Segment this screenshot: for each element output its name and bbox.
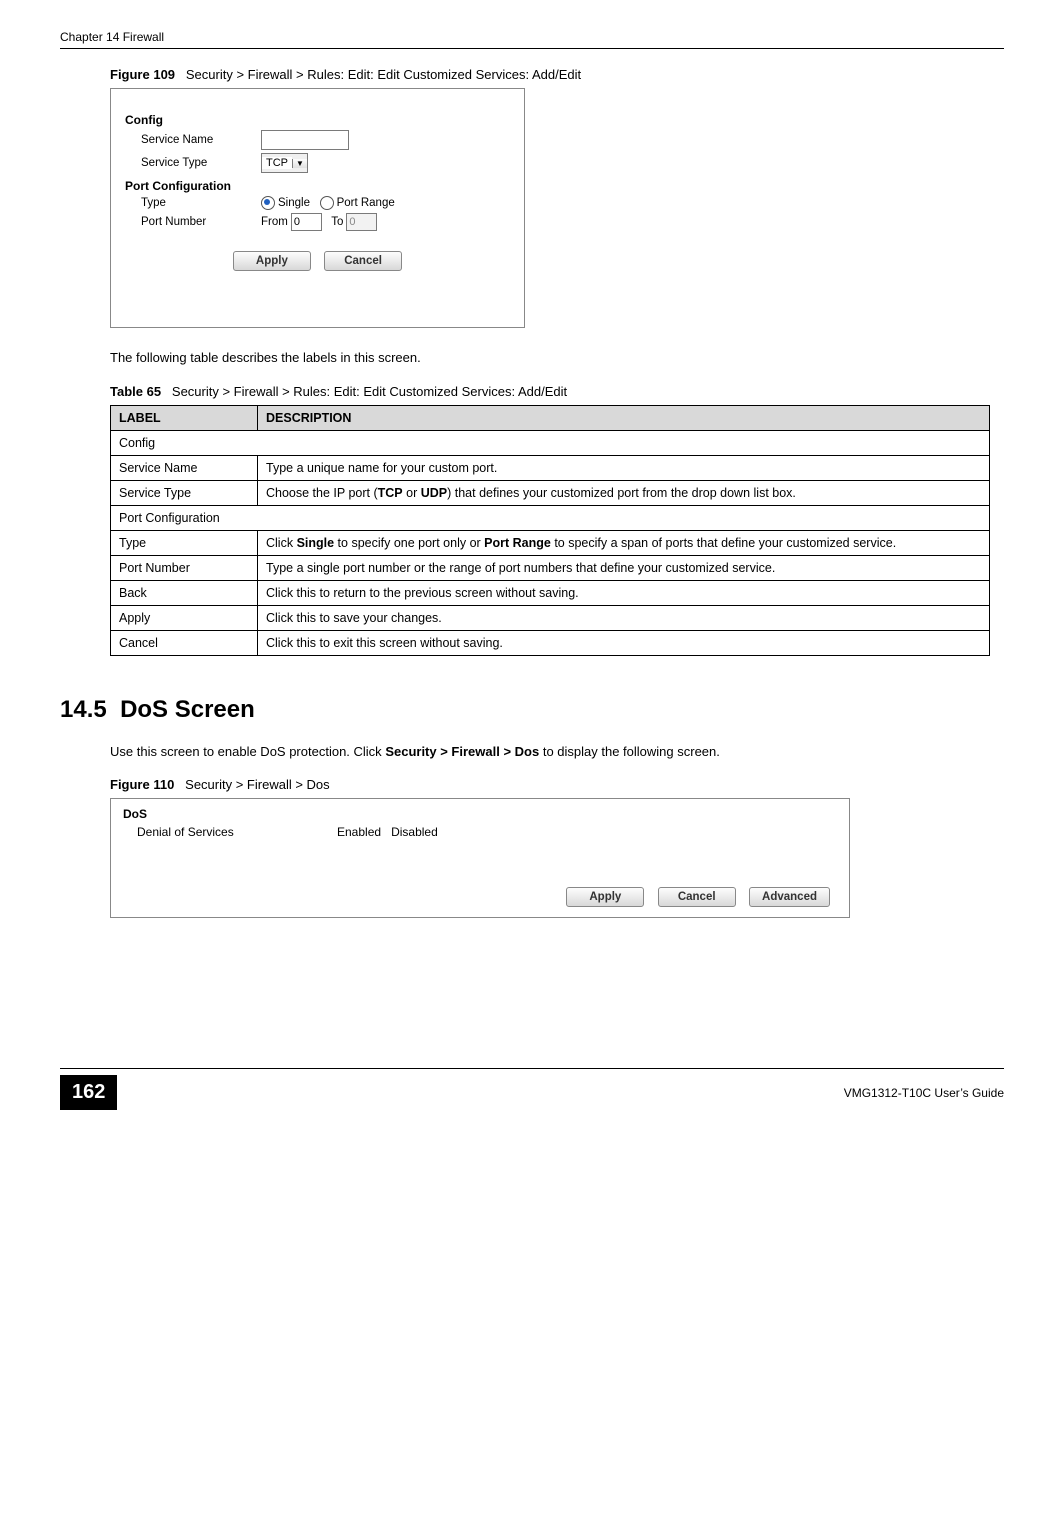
type-range-radio[interactable]: [320, 196, 334, 210]
figure110-caption-text: Security > Firewall > Dos: [185, 777, 330, 792]
cell-label: Service Type: [111, 480, 258, 505]
col-desc: DESCRIPTION: [258, 405, 990, 430]
t: UDP: [421, 486, 447, 500]
t: to display the following screen.: [539, 744, 720, 759]
t: Choose the IP port (: [266, 486, 378, 500]
t: Use this screen to enable DoS protection…: [110, 744, 385, 759]
page-footer: 162 VMG1312-T10C User’s Guide: [60, 1068, 1004, 1110]
table-row: Back Click this to return to the previou…: [111, 580, 990, 605]
t: to specify one port only or: [334, 536, 484, 550]
type-label: Type: [125, 197, 261, 209]
service-name-label: Service Name: [125, 134, 261, 146]
table65: LABEL DESCRIPTION Config Service Name Ty…: [110, 405, 990, 656]
t: Single: [297, 536, 335, 550]
table65-caption: Table 65 Security > Firewall > Rules: Ed…: [110, 384, 1004, 399]
cancel-button[interactable]: Cancel: [658, 887, 736, 907]
port-to-input[interactable]: [346, 213, 377, 231]
type-single-radio[interactable]: [261, 196, 275, 210]
cell-label: Port Number: [111, 555, 258, 580]
cell-desc: Click Single to specify one port only or…: [258, 530, 990, 555]
figure110-caption-prefix: Figure 110: [110, 777, 174, 792]
table-row: Service Type Choose the IP port (TCP or …: [111, 480, 990, 505]
t: or: [403, 486, 421, 500]
table-row: Type Click Single to specify one port on…: [111, 530, 990, 555]
table65-caption-prefix: Table 65: [110, 384, 161, 399]
service-type-select[interactable]: TCP ▼: [261, 153, 308, 173]
figure109-screenshot: Config Service Name Service Type TCP ▼ P…: [110, 88, 525, 328]
chevron-down-icon: ▼: [292, 159, 307, 168]
page-number: 162: [60, 1075, 117, 1110]
t: to specify a span of ports that define y…: [551, 536, 896, 550]
figure109-caption-text: Security > Firewall > Rules: Edit: Edit …: [186, 67, 581, 82]
cell-desc: Type a unique name for your custom port.: [258, 455, 990, 480]
section-para: Use this screen to enable DoS protection…: [110, 742, 1004, 762]
table-row: Cancel Click this to exit this screen wi…: [111, 630, 990, 655]
figure109-caption: Figure 109 Security > Firewall > Rules: …: [110, 67, 1004, 82]
chapter-header: Chapter 14 Firewall: [60, 30, 1004, 49]
service-type-value: TCP: [262, 157, 292, 169]
apply-button[interactable]: Apply: [233, 251, 311, 271]
port-number-label: Port Number: [125, 216, 261, 228]
section-title: DoS Screen: [120, 696, 255, 723]
cell-label: Cancel: [111, 630, 258, 655]
service-type-label: Service Type: [125, 157, 261, 169]
table65-caption-text: Security > Firewall > Rules: Edit: Edit …: [172, 384, 567, 399]
cell-desc: Click this to save your changes.: [258, 605, 990, 630]
table-intro-text: The following table describes the labels…: [110, 348, 1004, 368]
cell-desc: Click this to return to the previous scr…: [258, 580, 990, 605]
dos-disabled-label: Disabled: [391, 825, 438, 839]
t: Port Range: [484, 536, 551, 550]
apply-button[interactable]: Apply: [566, 887, 644, 907]
type-single-label: Single: [278, 197, 310, 209]
guide-title: VMG1312-T10C User’s Guide: [844, 1086, 1004, 1100]
cell-desc: Click this to exit this screen without s…: [258, 630, 990, 655]
table-row: Apply Click this to save your changes.: [111, 605, 990, 630]
cell-desc: Type a single port number or the range o…: [258, 555, 990, 580]
from-label: From: [261, 216, 288, 228]
chapter-title: Chapter 14 Firewall: [60, 30, 164, 44]
table-header-row: LABEL DESCRIPTION: [111, 405, 990, 430]
col-label: LABEL: [111, 405, 258, 430]
advanced-button[interactable]: Advanced: [749, 887, 830, 907]
port-from-input[interactable]: [291, 213, 322, 231]
service-name-input[interactable]: [261, 130, 349, 150]
t: Security > Firewall > Dos: [385, 744, 539, 759]
figure110-screenshot: DoS Denial of Services Enabled Disabled …: [110, 798, 850, 918]
table-row: Service Name Type a unique name for your…: [111, 455, 990, 480]
cell-label: Back: [111, 580, 258, 605]
table-row: Port Number Type a single port number or…: [111, 555, 990, 580]
figure109-caption-prefix: Figure 109: [110, 67, 175, 82]
figure110-caption: Figure 110 Security > Firewall > Dos: [110, 777, 1004, 792]
cell-label: Apply: [111, 605, 258, 630]
to-label: To: [331, 216, 343, 228]
type-range-label: Port Range: [337, 197, 395, 209]
cell-desc: Choose the IP port (TCP or UDP) that def…: [258, 480, 990, 505]
config-section-label: Config: [125, 113, 510, 127]
dos-enabled-label: Enabled: [337, 825, 381, 839]
cancel-button[interactable]: Cancel: [324, 251, 402, 271]
port-config-section-label: Port Configuration: [125, 179, 510, 193]
table-row: Port Configuration: [111, 505, 990, 530]
t: ) that defines your customized port from…: [447, 486, 796, 500]
denial-label: Denial of Services: [123, 825, 337, 839]
cell-label: Service Name: [111, 455, 258, 480]
table-row: Config: [111, 430, 990, 455]
section-heading: 14.5 DoS Screen: [60, 696, 1004, 724]
cell-portconfig: Port Configuration: [111, 505, 990, 530]
t: Click: [266, 536, 297, 550]
dos-section-label: DoS: [123, 807, 837, 821]
cell-label: Type: [111, 530, 258, 555]
cell-config: Config: [111, 430, 990, 455]
t: TCP: [378, 486, 403, 500]
section-number: 14.5: [60, 696, 107, 723]
